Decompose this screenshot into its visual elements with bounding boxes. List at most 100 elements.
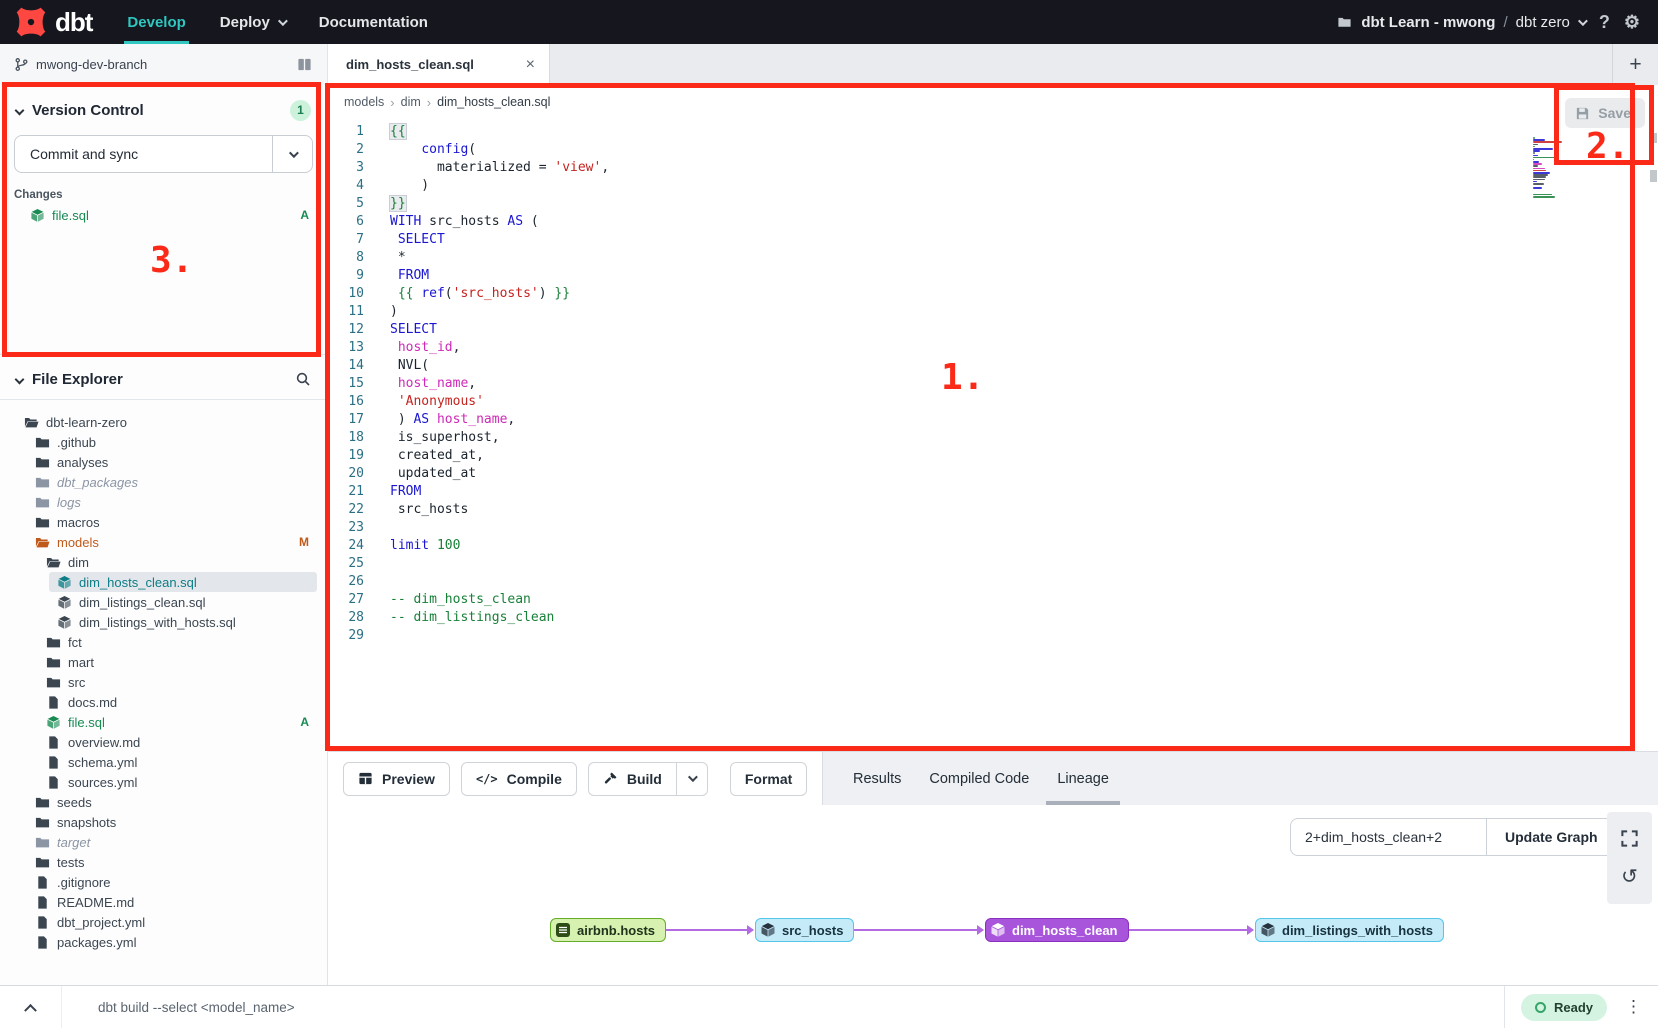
scrollbar-mark[interactable] bbox=[1650, 170, 1657, 182]
code-line[interactable]: 15 host_name, bbox=[328, 375, 1658, 393]
tree-item-file.sql[interactable]: file.sqlA bbox=[38, 712, 317, 732]
branch-name[interactable]: mwong-dev-branch bbox=[36, 57, 147, 72]
build-options-caret[interactable] bbox=[676, 762, 708, 796]
tree-item-dim_listings_clean.sql[interactable]: dim_listings_clean.sql bbox=[49, 592, 317, 612]
code-line[interactable]: 10 {{ ref('src_hosts') }} bbox=[328, 285, 1658, 303]
tree-item-schema.yml[interactable]: schema.yml bbox=[38, 752, 317, 772]
search-icon[interactable] bbox=[295, 371, 311, 387]
compile-button[interactable]: </> Compile bbox=[461, 762, 577, 796]
code-line[interactable]: 21FROM bbox=[328, 483, 1658, 501]
code-editor[interactable]: models › dim › dim_hosts_clean.sql Save … bbox=[328, 85, 1658, 751]
code-line[interactable]: 3 materialized = 'view', bbox=[328, 159, 1658, 177]
breadcrumb-models[interactable]: models bbox=[344, 95, 384, 109]
preview-button[interactable]: Preview bbox=[343, 762, 450, 796]
tree-item-logs[interactable]: logs bbox=[27, 492, 317, 512]
close-icon[interactable]: × bbox=[526, 56, 535, 74]
command-bar-toggle[interactable] bbox=[0, 986, 62, 1028]
code-line[interactable]: 8 * bbox=[328, 249, 1658, 267]
minimap[interactable] bbox=[1533, 137, 1565, 200]
code-line[interactable]: 20 updated_at bbox=[328, 465, 1658, 483]
tree-item-snapshots[interactable]: snapshots bbox=[27, 812, 317, 832]
help-icon[interactable]: ? bbox=[1599, 13, 1610, 31]
code-line[interactable]: 18 is_superhost, bbox=[328, 429, 1658, 447]
code-content[interactable]: 1{{2 config(3 materialized = 'view',4 )5… bbox=[328, 119, 1658, 645]
kebab-menu-icon[interactable]: ⋮ bbox=[1625, 997, 1642, 1017]
code-line[interactable]: 28-- dim_listings_clean bbox=[328, 609, 1658, 627]
file-explorer-header[interactable]: File Explorer bbox=[0, 367, 327, 391]
tree-item-dim_hosts_clean.sql[interactable]: dim_hosts_clean.sql bbox=[49, 572, 317, 592]
tree-item-.gitignore[interactable]: .gitignore bbox=[27, 872, 317, 892]
tree-item-src[interactable]: src bbox=[38, 672, 317, 692]
breadcrumb-dim[interactable]: dim bbox=[401, 95, 421, 109]
code-line[interactable]: 5}} bbox=[328, 195, 1658, 213]
tree-item-README.md[interactable]: README.md bbox=[27, 892, 317, 912]
commit-options-caret[interactable] bbox=[272, 136, 312, 172]
tree-item-fct[interactable]: fct bbox=[38, 632, 317, 652]
code-line[interactable]: 26 bbox=[328, 573, 1658, 591]
code-line[interactable]: 25 bbox=[328, 555, 1658, 573]
tree-item-macros[interactable]: macros bbox=[27, 512, 317, 532]
tab-compiled-code[interactable]: Compiled Code bbox=[915, 752, 1043, 805]
tree-item-overview.md[interactable]: overview.md bbox=[38, 732, 317, 752]
code-line[interactable]: 9 FROM bbox=[328, 267, 1658, 285]
code-line[interactable]: 16 'Anonymous' bbox=[328, 393, 1658, 411]
code-line[interactable]: 23 bbox=[328, 519, 1658, 537]
code-line[interactable]: 4 ) bbox=[328, 177, 1658, 195]
lineage-node-airbnb.hosts[interactable]: airbnb.hosts bbox=[550, 918, 666, 942]
dbt-logo[interactable]: dbt bbox=[0, 5, 110, 39]
tree-item-tests[interactable]: tests bbox=[27, 852, 317, 872]
scrollbar-mark[interactable] bbox=[1650, 133, 1657, 143]
lineage-graph[interactable]: airbnb.hosts src_hosts dim_hosts_clean dim_… bbox=[328, 805, 1658, 985]
tab-results[interactable]: Results bbox=[839, 752, 915, 805]
tree-item-dbt_packages[interactable]: dbt_packages bbox=[27, 472, 317, 492]
account-switcher[interactable]: dbt Learn - mwong / dbt zero bbox=[1336, 14, 1585, 31]
tree-item-models[interactable]: modelsM bbox=[27, 532, 317, 552]
new-tab-button[interactable]: + bbox=[1612, 44, 1658, 85]
tree-item-dbt-learn-zero[interactable]: dbt-learn-zero bbox=[16, 412, 317, 432]
code-line[interactable]: 2 config( bbox=[328, 141, 1658, 159]
code-line[interactable]: 14 NVL( bbox=[328, 357, 1658, 375]
version-control-header[interactable]: Version Control 1 bbox=[0, 97, 327, 123]
commit-and-sync-button[interactable]: Commit and sync bbox=[14, 135, 313, 173]
lineage-node-src_hosts[interactable]: src_hosts bbox=[755, 918, 854, 942]
gear-icon[interactable]: ⚙ bbox=[1624, 13, 1640, 31]
tree-item-docs.md[interactable]: docs.md bbox=[38, 692, 317, 712]
tree-item-packages.yml[interactable]: packages.yml bbox=[27, 932, 317, 952]
node-label: dim_hosts_clean bbox=[1012, 923, 1118, 938]
tab-dim-hosts-clean[interactable]: dim_hosts_clean.sql × bbox=[328, 44, 550, 85]
code-line[interactable]: 12SELECT bbox=[328, 321, 1658, 339]
tree-item-target[interactable]: target bbox=[27, 832, 317, 852]
build-button[interactable]: Build bbox=[588, 762, 676, 796]
tree-item-analyses[interactable]: analyses bbox=[27, 452, 317, 472]
code-line[interactable]: 6WITH src_hosts AS ( bbox=[328, 213, 1658, 231]
command-input[interactable]: dbt build --select <model_name> bbox=[62, 1000, 295, 1015]
code-line[interactable]: 13 host_id, bbox=[328, 339, 1658, 357]
tree-item-sources.yml[interactable]: sources.yml bbox=[38, 772, 317, 792]
nav-deploy[interactable]: Deploy bbox=[203, 0, 302, 44]
change-item-file.sql[interactable]: file.sqlA bbox=[30, 205, 327, 225]
tree-item-dim[interactable]: dim bbox=[38, 552, 317, 572]
format-button[interactable]: Format bbox=[730, 762, 807, 796]
nav-documentation[interactable]: Documentation bbox=[302, 0, 445, 44]
code-line[interactable]: 29 bbox=[328, 627, 1658, 645]
tree-item-dbt_project.yml[interactable]: dbt_project.yml bbox=[27, 912, 317, 932]
breadcrumb-file[interactable]: dim_hosts_clean.sql bbox=[437, 95, 550, 109]
book-icon[interactable] bbox=[296, 57, 313, 72]
lineage-node-dim_hosts_clean[interactable]: dim_hosts_clean bbox=[985, 918, 1129, 942]
code-line[interactable]: 7 SELECT bbox=[328, 231, 1658, 249]
code-line[interactable]: 22 src_hosts bbox=[328, 501, 1658, 519]
code-line[interactable]: 17 ) AS host_name, bbox=[328, 411, 1658, 429]
tree-item-dim_listings_with_hosts.sql[interactable]: dim_listings_with_hosts.sql bbox=[49, 612, 317, 632]
lineage-node-dim_listings_with_hosts[interactable]: dim_listings_with_hosts bbox=[1255, 918, 1444, 942]
save-button[interactable]: Save bbox=[1565, 98, 1645, 128]
tree-item-.github[interactable]: .github bbox=[27, 432, 317, 452]
tree-item-mart[interactable]: mart bbox=[38, 652, 317, 672]
code-line[interactable]: 1{{ bbox=[328, 123, 1658, 141]
tab-lineage[interactable]: Lineage bbox=[1043, 752, 1123, 805]
tree-item-seeds[interactable]: seeds bbox=[27, 792, 317, 812]
code-line[interactable]: 24limit 100 bbox=[328, 537, 1658, 555]
nav-develop[interactable]: Develop bbox=[110, 0, 202, 44]
code-line[interactable]: 27-- dim_hosts_clean bbox=[328, 591, 1658, 609]
code-line[interactable]: 19 created_at, bbox=[328, 447, 1658, 465]
code-line[interactable]: 11) bbox=[328, 303, 1658, 321]
